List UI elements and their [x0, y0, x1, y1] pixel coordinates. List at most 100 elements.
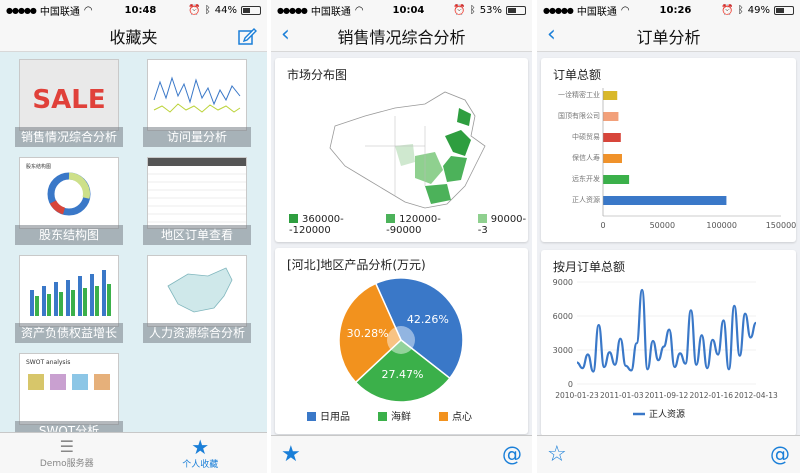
favorites-screen: ●●●●● 中国联通 ◠ 10:48 ⏰ ᛒ 44% 收藏夹 SALE 销售情况综合分析 [0, 0, 267, 473]
tile-visits-analysis[interactable]: 访问量分析 [143, 55, 251, 147]
thumb-swot: SWOT analysis [19, 353, 119, 425]
bar-category-label: 正人资源 [572, 195, 600, 204]
bar [603, 133, 621, 142]
y-tick-label: 6000 [553, 312, 573, 321]
tab-bar: ☰ Demo服务器 ★ 个人收藏 [0, 432, 267, 473]
tile-hr-analysis[interactable]: 人力资源综合分析 [143, 251, 251, 343]
status-time: 10:48 [124, 4, 157, 16]
back-icon[interactable]: ‹ [547, 24, 556, 46]
bar [603, 91, 618, 100]
legend-item: 360000--120000 [289, 214, 344, 236]
bottom-toolbar: ☆ @ [537, 435, 800, 473]
battery-icon [240, 5, 261, 15]
order-total-card: 订单总额 一诠精密工业 国顶有限公司 中硕贸易 保信人寿 远东开发 正人资源 0 50000 1… [541, 58, 796, 242]
monthly-line-chart: 9000 6000 3000 0 2010-01-23 2011-01-03 2011-09… [553, 278, 778, 420]
legend-item: 120000--90000 [386, 214, 441, 236]
x-tick-label: 2011-01-03 [600, 391, 644, 400]
bar-category-label: 远东开发 [572, 174, 600, 183]
nav-bar: 收藏夹 [0, 20, 267, 52]
legend-label: 正人资源 [649, 409, 685, 420]
tile-label: 资产负债权益增长 [15, 323, 123, 343]
status-bar: ●●●●● 中国联通 ◠ 10:48 ⏰ ᛒ 44% [0, 0, 267, 20]
tile-swot[interactable]: SWOT analysis SWOT分析 [15, 349, 123, 441]
nav-bar: ‹ 销售情况综合分析 [271, 20, 532, 52]
thumb-bars [19, 255, 119, 327]
bar-category-label: 国顶有限公司 [558, 111, 600, 120]
pie-center [387, 326, 415, 354]
share-at-icon[interactable]: @ [770, 442, 790, 466]
map-card: 市场分布图 360000--120000 120000--90000 90000… [275, 58, 528, 242]
bar [603, 112, 619, 121]
y-tick-label: 3000 [553, 346, 573, 355]
wifi-icon: ◠ [354, 4, 364, 16]
pie-card: [河北]地区产品分析(万元) 42.26% 27.47% 30.28% 日用品 海鲜… [275, 248, 528, 434]
pie-legend: 日用品 海鲜 点心 [307, 408, 472, 423]
x-tick-label: 50000 [650, 221, 675, 230]
legend-item: 海鲜 [378, 408, 411, 423]
x-tick-label: 150000 [766, 221, 796, 230]
pie-label: 30.28% [347, 327, 389, 340]
x-tick-label: 2012-04-13 [734, 391, 778, 400]
bar-category-label: 中硕贸易 [572, 132, 600, 141]
alarm-icon: ⏰ [453, 4, 466, 16]
share-at-icon[interactable]: @ [502, 442, 522, 466]
map-card-title: 市场分布图 [287, 68, 348, 82]
tab-demo-server[interactable]: ☰ Demo服务器 [0, 433, 134, 473]
page-title: 销售情况综合分析 [337, 27, 466, 47]
status-bar: ●●●●● 中国联通 ◠ 10:26 ⏰ ᛒ 49% [537, 0, 800, 20]
bar [603, 196, 727, 205]
pie-label: 42.26% [407, 313, 449, 326]
thumb-map [147, 255, 247, 327]
bar [603, 154, 622, 163]
tile-label: 股东结构图 [15, 225, 123, 245]
legend-item: 90000--3 [477, 214, 527, 236]
list-icon: ☰ [59, 436, 74, 456]
battery-icon [505, 5, 526, 15]
monthly-order-card: 按月订单总额 9000 6000 3000 0 2010-01-23 2011-01-03… [541, 250, 796, 436]
alarm-icon: ⏰ [721, 4, 734, 16]
page-title: 收藏夹 [109, 27, 158, 47]
tile-label: 地区订单查看 [143, 225, 251, 245]
tile-regional-orders[interactable]: 地区订单查看 [143, 153, 251, 245]
thumb-sale: SALE [19, 59, 119, 131]
order-analysis-screen: ●●●●● 中国联通 ◠ 10:26 ⏰ ᛒ 49% ‹ 订单分析 订单总额 一诠精密工… [537, 0, 800, 473]
tile-sales-analysis[interactable]: SALE 销售情况综合分析 [15, 55, 123, 147]
tab-personal-favorites[interactable]: ★ 个人收藏 [134, 433, 268, 473]
thumb-visits [147, 59, 247, 131]
bar-category-label: 一诠精密工业 [558, 90, 600, 99]
signal-icon: ●●●●● [277, 5, 308, 15]
nav-bar: ‹ 订单分析 [537, 20, 800, 52]
sale-word: SALE [32, 85, 105, 115]
y-tick-label: 9000 [553, 278, 573, 287]
wifi-icon: ◠ [83, 4, 93, 16]
bluetooth-icon: ᛒ [204, 4, 211, 16]
y-tick-label: 0 [568, 380, 573, 389]
edit-icon[interactable] [237, 26, 257, 50]
legend-item: 日用品 [307, 408, 350, 423]
bar-category-label: 保信人寿 [572, 153, 600, 162]
legend-item: 点心 [439, 408, 472, 423]
status-time: 10:04 [392, 4, 425, 16]
x-tick-label: 100000 [706, 221, 737, 230]
alarm-icon: ⏰ [188, 4, 201, 16]
tile-assets-growth[interactable]: 资产负债权益增长 [15, 251, 123, 343]
favorite-star-icon[interactable]: ☆ [547, 442, 567, 467]
x-tick-label: 2012-01-16 [689, 391, 733, 400]
series-line [576, 288, 757, 373]
battery-icon [773, 5, 794, 15]
svg-text:SWOT analysis: SWOT analysis [26, 359, 70, 366]
pie-chart: 42.26% 27.47% 30.28% [338, 277, 464, 403]
thumb-table [147, 157, 247, 229]
back-icon[interactable]: ‹ [281, 24, 290, 46]
tile-shareholder-structure[interactable]: 股东结构图 股东结构图 [15, 153, 123, 245]
tile-label: 人力资源综合分析 [143, 323, 251, 343]
pie-card-title: [河北]地区产品分析(万元) [287, 258, 426, 272]
china-map [329, 91, 486, 209]
bottom-toolbar: ★ @ [271, 435, 532, 473]
signal-icon: ●●●●● [543, 5, 574, 15]
svg-text:股东结构图: 股东结构图 [26, 163, 51, 170]
thumb-donut: 股东结构图 [19, 157, 119, 229]
favorite-star-icon[interactable]: ★ [281, 442, 301, 467]
sales-analysis-screen: ●●●●● 中国联通 ◠ 10:04 ⏰ ᛒ 53% ‹ 销售情况综合分析 市场分布图 … [271, 0, 532, 473]
tile-label: 访问量分析 [143, 127, 251, 147]
